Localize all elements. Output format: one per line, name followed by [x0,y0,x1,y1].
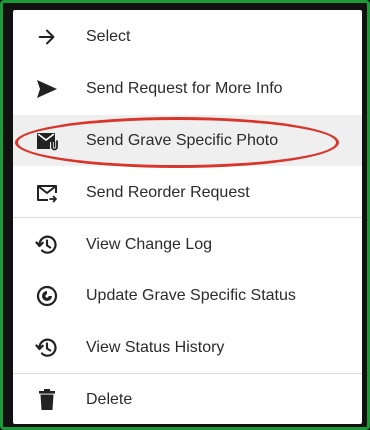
mail-forward-icon [33,179,61,207]
history-icon [33,334,61,362]
menu-item-label: View Change Log [86,235,213,253]
menu-item-label: Select [86,27,131,45]
menu-item-delete[interactable]: Delete [13,374,362,424]
menu-divider [13,217,362,218]
menu-item-send-grave-specific-photo[interactable]: Send Grave Specific Photo [13,115,362,166]
menu-item-label: Send Request for More Info [86,79,283,97]
context-menu: Select Send Request for More Info Send G… [13,10,362,424]
menu-item-label: Update Grave Specific Status [86,286,296,304]
menu-item-update-grave-specific-status[interactable]: Update Grave Specific Status [13,270,362,321]
arrow-right-icon [33,23,61,51]
menu-item-send-reorder-request[interactable]: Send Reorder Request [13,167,362,218]
trash-icon [33,386,61,414]
status-icon [33,282,61,310]
history-icon [33,231,61,259]
menu-item-view-status-history[interactable]: View Status History [13,322,362,373]
menu-item-label: Delete [86,390,133,408]
mail-attachment-icon [33,127,61,155]
menu-item-label: View Status History [86,338,225,356]
menu-item-view-change-log[interactable]: View Change Log [13,219,362,270]
menu-item-select[interactable]: Select [13,11,362,62]
send-icon [33,75,61,103]
menu-item-send-request-more-info[interactable]: Send Request for More Info [13,63,362,114]
menu-item-label: Send Grave Specific Photo [86,131,279,149]
menu-item-label: Send Reorder Request [86,183,250,201]
